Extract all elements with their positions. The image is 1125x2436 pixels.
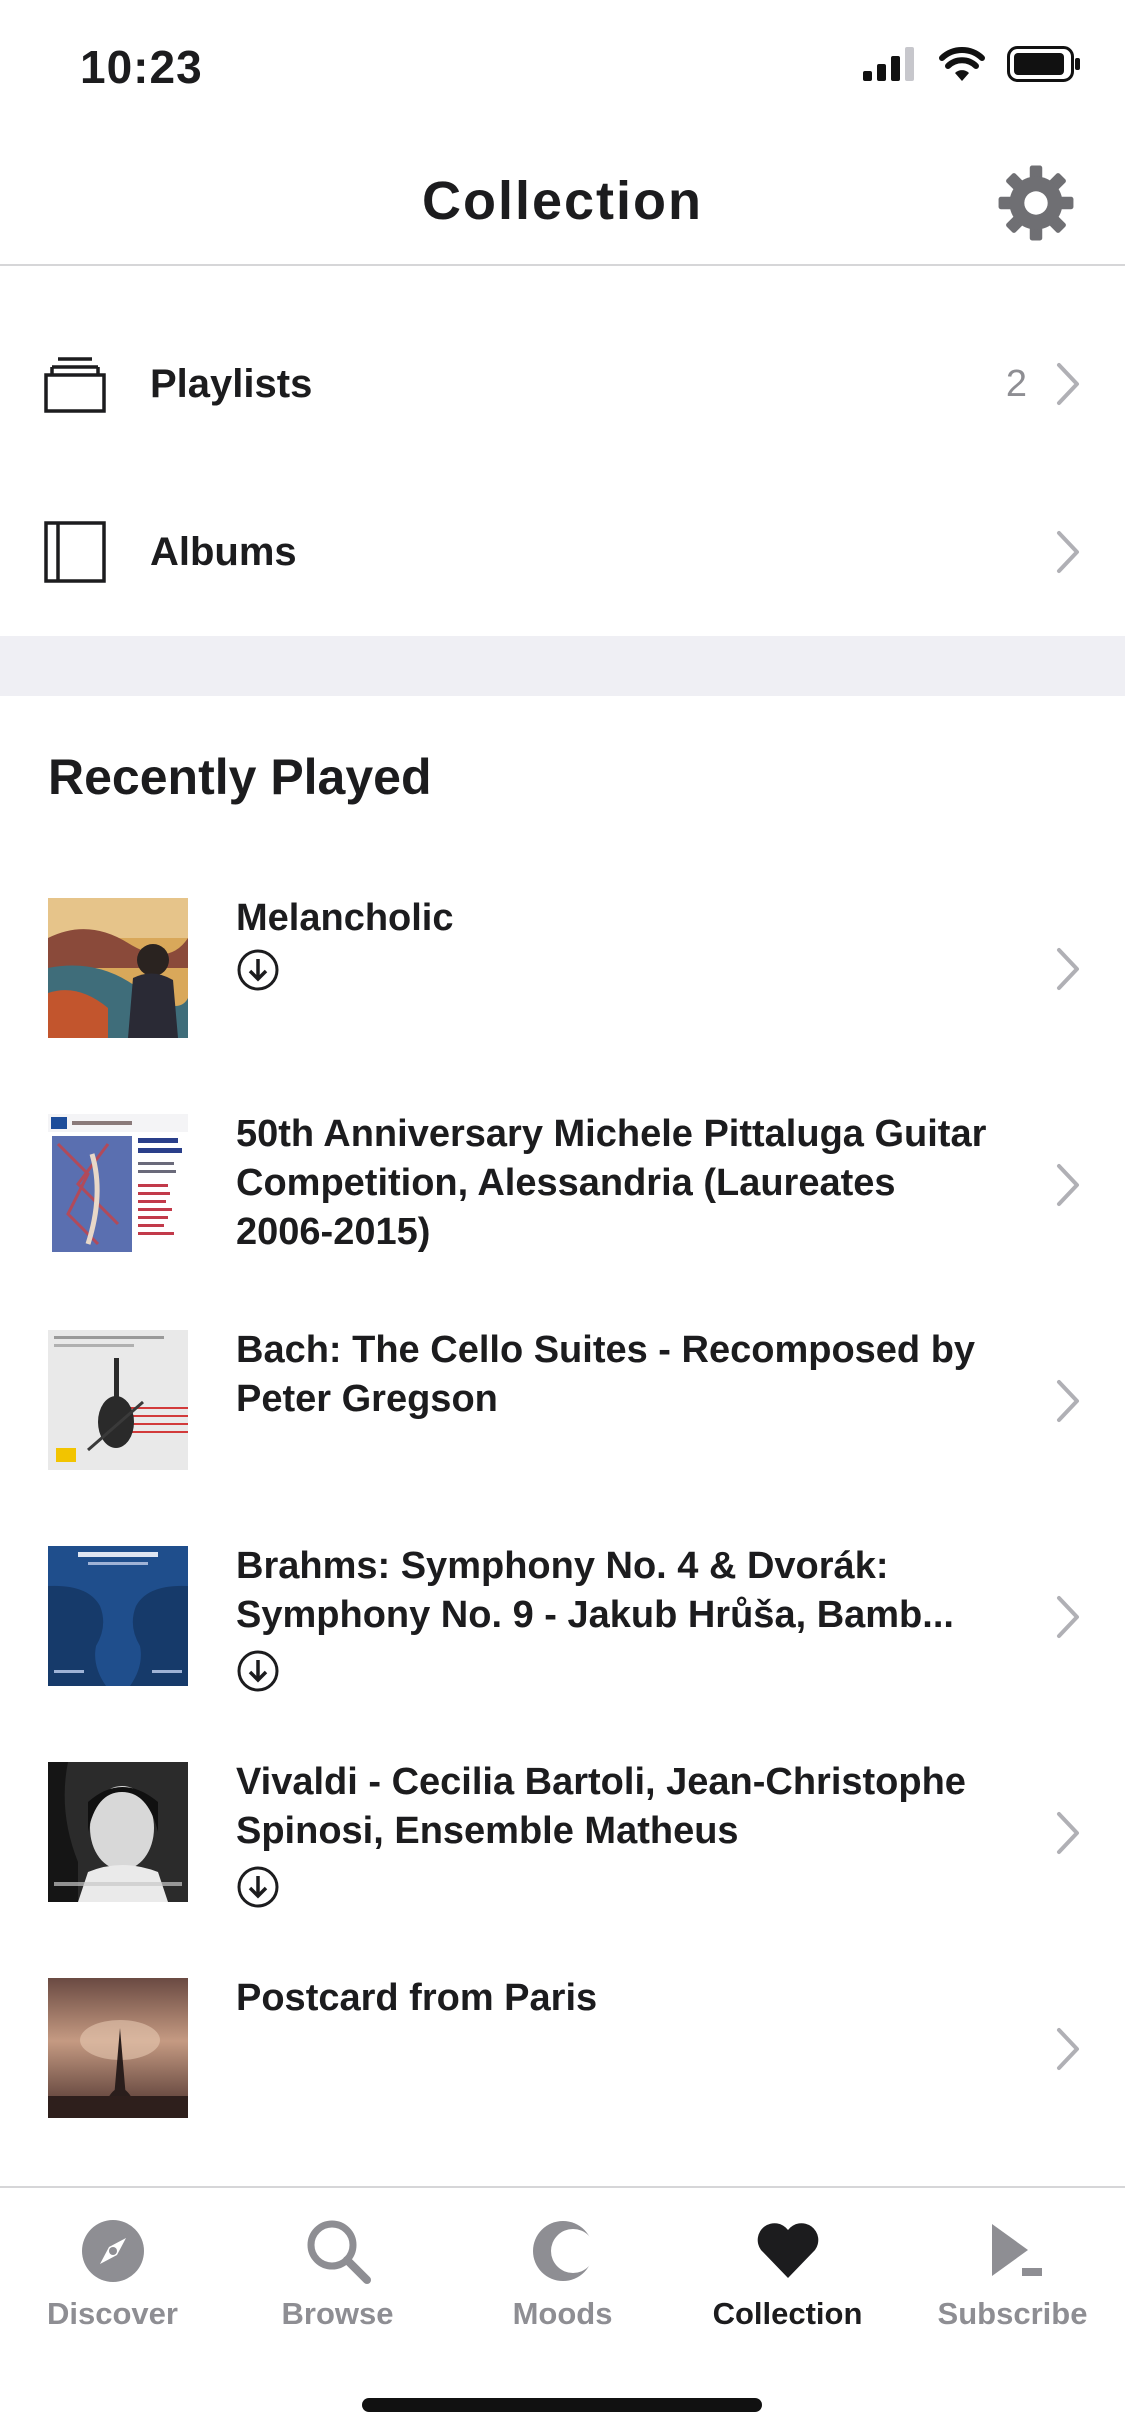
chevron-right-icon [1057, 2028, 1079, 2070]
recently-played-heading: Recently Played [48, 749, 432, 805]
list-item[interactable]: Postcard from Paris [0, 1977, 1125, 2194]
item-title: Brahms: Symphony No. 4 & Dvorák: Symphon… [236, 1545, 954, 1636]
nav-bar: Collection [0, 140, 1125, 266]
home-indicator [362, 2398, 762, 2412]
settings-button[interactable] [991, 158, 1081, 248]
tab-subscribe[interactable]: Subscribe [900, 2216, 1125, 2356]
gear-icon [998, 165, 1074, 241]
chevron-right-icon [1057, 1596, 1079, 1638]
heart-icon [757, 2223, 818, 2278]
album-icon [44, 521, 106, 583]
signal-icon [863, 47, 914, 81]
tab-collection[interactable]: Collection [675, 2216, 900, 2356]
playlists-label: Playlists [150, 361, 313, 406]
chevron-right-icon [1057, 1812, 1079, 1854]
item-title: 50th Anniversary Michele Pittaluga Guita… [236, 1113, 987, 1253]
tab-browse[interactable]: Browse [225, 2216, 450, 2356]
playlists-count: 2 [1005, 362, 1027, 405]
chevron-right-icon [1057, 1380, 1079, 1422]
item-title: Vivaldi - Cecilia Bartoli, Jean-Christop… [236, 1761, 966, 1852]
status-bar: 10:23 [0, 0, 1125, 140]
chevron-right-icon [1057, 948, 1079, 990]
tab-discover[interactable]: Discover [0, 2216, 225, 2356]
tab-label: Browse [281, 2296, 394, 2331]
tab-label: Moods [512, 2296, 613, 2331]
chevron-right-icon [1057, 1164, 1079, 1206]
battery-icon [1007, 46, 1080, 82]
chevron-right-icon [1057, 363, 1079, 405]
status-time: 10:23 [80, 41, 203, 93]
search-icon [307, 2220, 371, 2284]
item-title: Bach: The Cello Suites - Recomposed by P… [236, 1329, 976, 1420]
downloaded-icon [237, 1866, 279, 1908]
album-cover [48, 1114, 188, 1254]
page-title: Collection [421, 171, 703, 231]
album-cover [48, 1978, 188, 2118]
section-divider [0, 636, 1125, 696]
play-icon [991, 2224, 1042, 2276]
collection-screen: 10:23 Collection Playlists 2 Albums Rece… [0, 0, 1125, 2436]
album-cover [48, 1546, 188, 1686]
albums-label: Albums [150, 529, 297, 574]
list-item[interactable]: Melancholic [0, 897, 1125, 1114]
list-item[interactable]: Vivaldi - Cecilia Bartoli, Jean-Christop… [0, 1761, 1125, 1978]
album-cover [48, 1330, 188, 1470]
albums-row[interactable]: Albums [0, 468, 1125, 636]
playlists-row[interactable]: Playlists 2 [0, 300, 1125, 468]
tab-label: Subscribe [937, 2296, 1088, 2331]
album-cover [48, 898, 188, 1038]
chevron-right-icon [1057, 531, 1079, 573]
tab-moods[interactable]: Moods [450, 2216, 675, 2356]
item-title: Postcard from Paris [236, 1977, 598, 2019]
tab-label: Collection [712, 2296, 863, 2331]
list-item[interactable]: Brahms: Symphony No. 4 & Dvorák: Symphon… [0, 1545, 1125, 1762]
compass-icon [81, 2220, 144, 2282]
playlists-icon [44, 357, 106, 413]
downloaded-icon [237, 949, 279, 991]
moon-icon [532, 2221, 595, 2281]
tab-label: Discover [47, 2296, 178, 2331]
status-icons [863, 46, 1081, 82]
list-item[interactable]: 50th Anniversary Michele Pittaluga Guita… [0, 1113, 1125, 1330]
album-cover [48, 1762, 188, 1902]
list-item[interactable]: Bach: The Cello Suites - Recomposed by P… [0, 1329, 1125, 1546]
downloaded-icon [237, 1650, 279, 1692]
wifi-icon [939, 47, 985, 81]
item-title: Melancholic [236, 897, 454, 939]
